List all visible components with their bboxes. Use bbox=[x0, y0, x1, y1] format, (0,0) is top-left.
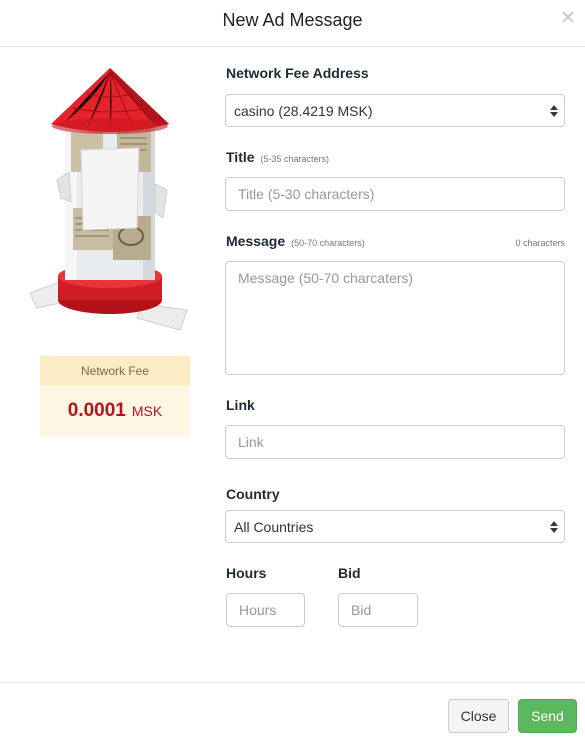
message-textarea[interactable] bbox=[225, 261, 565, 375]
advertising-column-image bbox=[29, 68, 188, 331]
network-fee-address-select[interactable]: casino (28.4219 MSK) bbox=[225, 94, 565, 127]
send-button[interactable]: Send bbox=[518, 699, 577, 733]
link-label: Link bbox=[226, 397, 255, 413]
select-caret-icon bbox=[550, 520, 558, 533]
network-fee-amount: 0.0001 bbox=[67, 400, 126, 421]
hours-input[interactable] bbox=[226, 593, 305, 627]
country-select[interactable]: All Countries bbox=[225, 510, 565, 543]
message-hint: (50-70 characters) bbox=[291, 238, 365, 248]
close-button[interactable]: Close bbox=[448, 699, 509, 733]
message-char-counter: 0 characters bbox=[515, 238, 565, 248]
title-label: Title (5-35 characters) bbox=[226, 149, 329, 165]
title-hint: (5-35 characters) bbox=[260, 154, 330, 164]
network-fee-panel: Network Fee 0.0001 MSK bbox=[40, 356, 190, 437]
message-label-text: Message bbox=[226, 233, 286, 249]
modal-header: New Ad Message bbox=[0, 0, 585, 47]
title-input[interactable] bbox=[225, 177, 565, 211]
message-label: Message (50-70 characters) bbox=[226, 233, 365, 249]
network-fee-address-label: Network Fee Address bbox=[226, 65, 369, 81]
select-caret-icon bbox=[550, 104, 558, 117]
hours-label: Hours bbox=[226, 565, 267, 581]
bid-input[interactable] bbox=[338, 593, 418, 627]
bid-label: Bid bbox=[338, 565, 361, 581]
link-input[interactable] bbox=[225, 425, 565, 459]
country-label: Country bbox=[226, 486, 280, 502]
modal-title: New Ad Message bbox=[222, 10, 363, 30]
modal-footer: Close Send bbox=[0, 682, 585, 742]
network-fee-label: Network Fee bbox=[40, 356, 190, 386]
country-value: All Countries bbox=[234, 518, 314, 535]
network-fee-address-value: casino (28.4219 MSK) bbox=[234, 102, 373, 119]
advertising-column-illustration bbox=[25, 68, 195, 338]
network-fee-value: 0.0001 MSK bbox=[40, 386, 190, 422]
network-fee-unit: MSK bbox=[131, 403, 163, 419]
close-icon[interactable] bbox=[561, 10, 575, 24]
title-label-text: Title bbox=[226, 149, 255, 165]
